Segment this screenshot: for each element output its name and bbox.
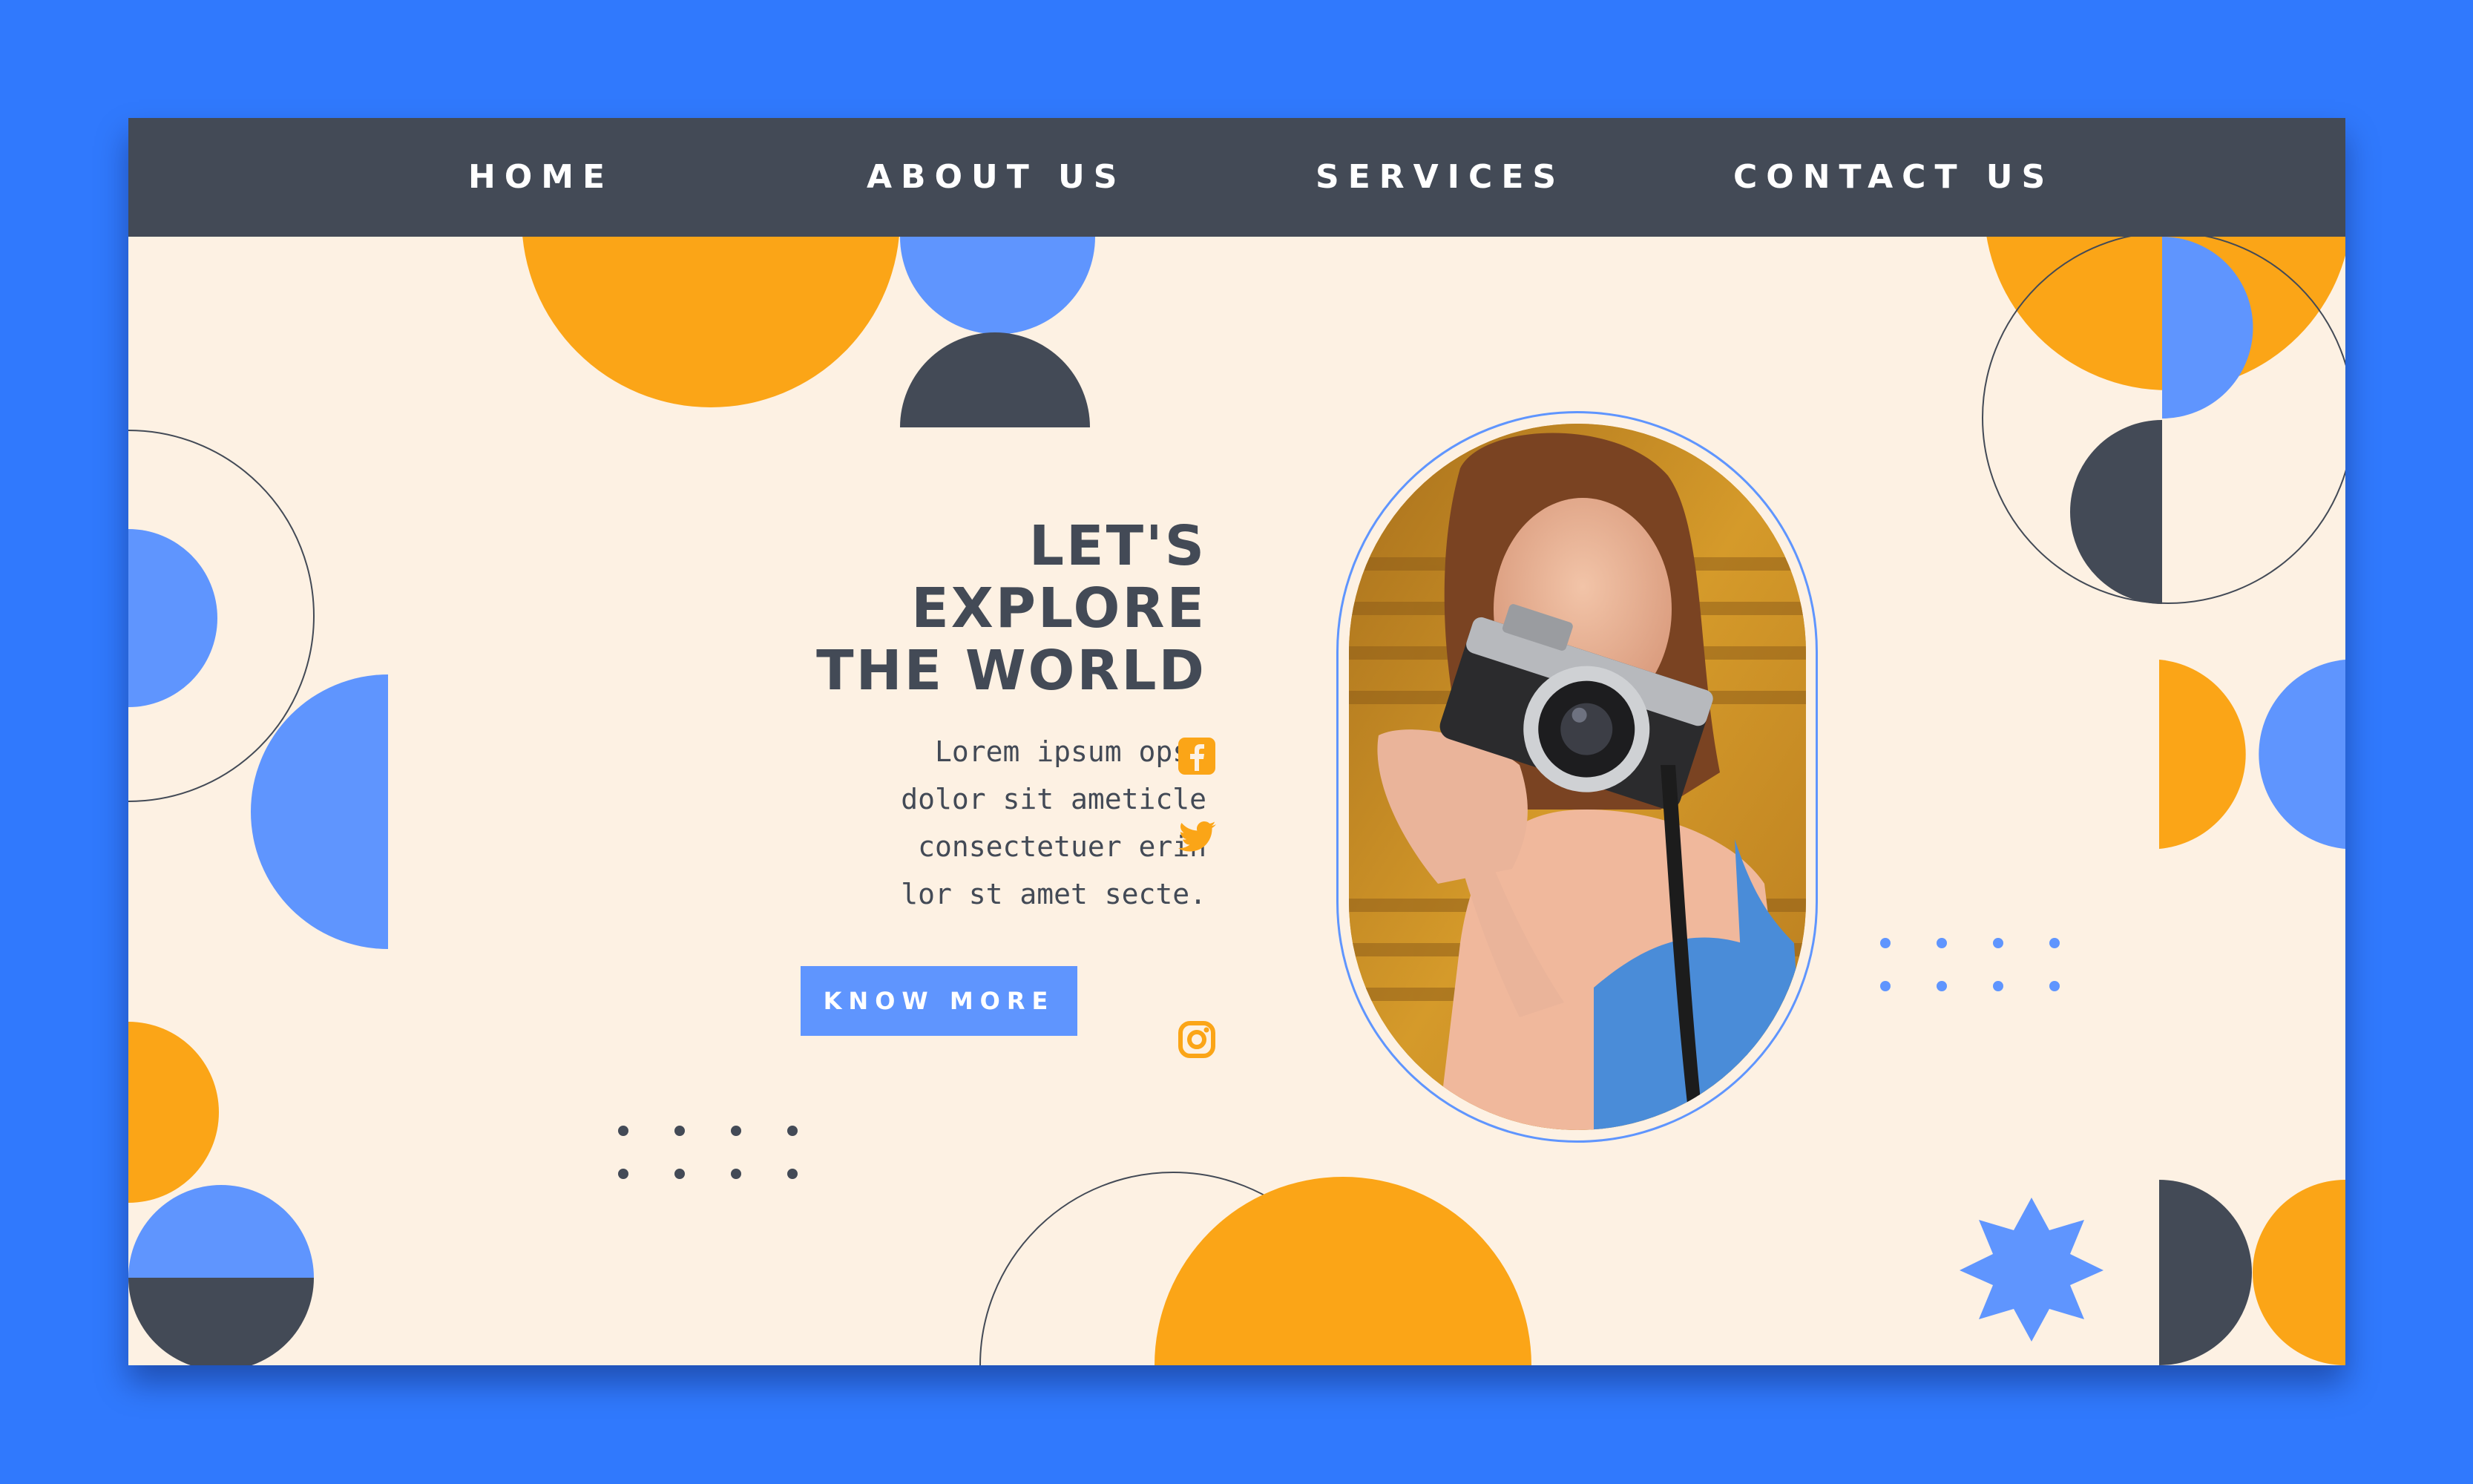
woman-with-camera-image xyxy=(1349,424,1806,1130)
landing-page: HOME ABOUT US SERVICES CONTACT US LET'S … xyxy=(128,118,2345,1365)
dot-grid-right xyxy=(1880,938,2060,991)
decorative-shapes xyxy=(128,118,2345,1365)
blue-half-circle-shape xyxy=(128,1185,314,1278)
instagram-icon[interactable] xyxy=(1175,1017,1219,1062)
blue-half-circle-shape xyxy=(2259,660,2345,849)
dark-half-circle-shape xyxy=(128,1278,314,1365)
hero-description: Lorem ipsum opsc dolor sit ameticle cons… xyxy=(722,728,1206,918)
blue-circle-shape xyxy=(128,529,217,707)
dark-half-circle-shape xyxy=(2159,1180,2252,1365)
blue-half-circle-shape xyxy=(900,237,1095,335)
star-shape xyxy=(1960,1198,2103,1342)
hero-description-line: lor st amet secte. xyxy=(901,878,1206,910)
nav-item-about-us[interactable]: ABOUT US xyxy=(867,118,1126,237)
orange-circle-shape xyxy=(128,1022,219,1203)
facebook-icon[interactable] xyxy=(1175,734,1219,778)
nav-item-services[interactable]: SERVICES xyxy=(1316,118,1565,237)
hero-title-line: LET'S xyxy=(1028,514,1206,578)
hero-description-line: consectetuer erin xyxy=(918,830,1206,863)
nav-item-contact-us[interactable]: CONTACT US xyxy=(1733,118,2054,237)
hero-photo xyxy=(1349,424,1806,1130)
hero-title-line: EXPLORE xyxy=(911,577,1206,640)
hero-title-line: THE WORLD xyxy=(816,639,1206,703)
top-navigation-bar: HOME ABOUT US SERVICES CONTACT US xyxy=(128,118,2345,237)
blue-half-circle-shape xyxy=(251,674,388,949)
dark-half-circle-shape xyxy=(900,332,1090,427)
orange-half-circle-shape xyxy=(2159,660,2246,849)
orange-half-circle-shape xyxy=(2253,1180,2345,1365)
twitter-icon[interactable] xyxy=(1175,814,1219,858)
orange-circle-shape xyxy=(1155,1177,1531,1365)
hero-description-line: dolor sit ameticle xyxy=(901,783,1206,815)
nav-item-home[interactable]: HOME xyxy=(468,118,614,237)
dot-grid-left xyxy=(618,1126,798,1179)
know-more-button[interactable]: KNOW MORE xyxy=(801,966,1077,1036)
dark-half-circle-shape xyxy=(2070,420,2162,604)
hero-title: LET'S EXPLORE THE WORLD xyxy=(574,515,1206,702)
hero-description-line: Lorem ipsum opsc xyxy=(934,735,1206,768)
